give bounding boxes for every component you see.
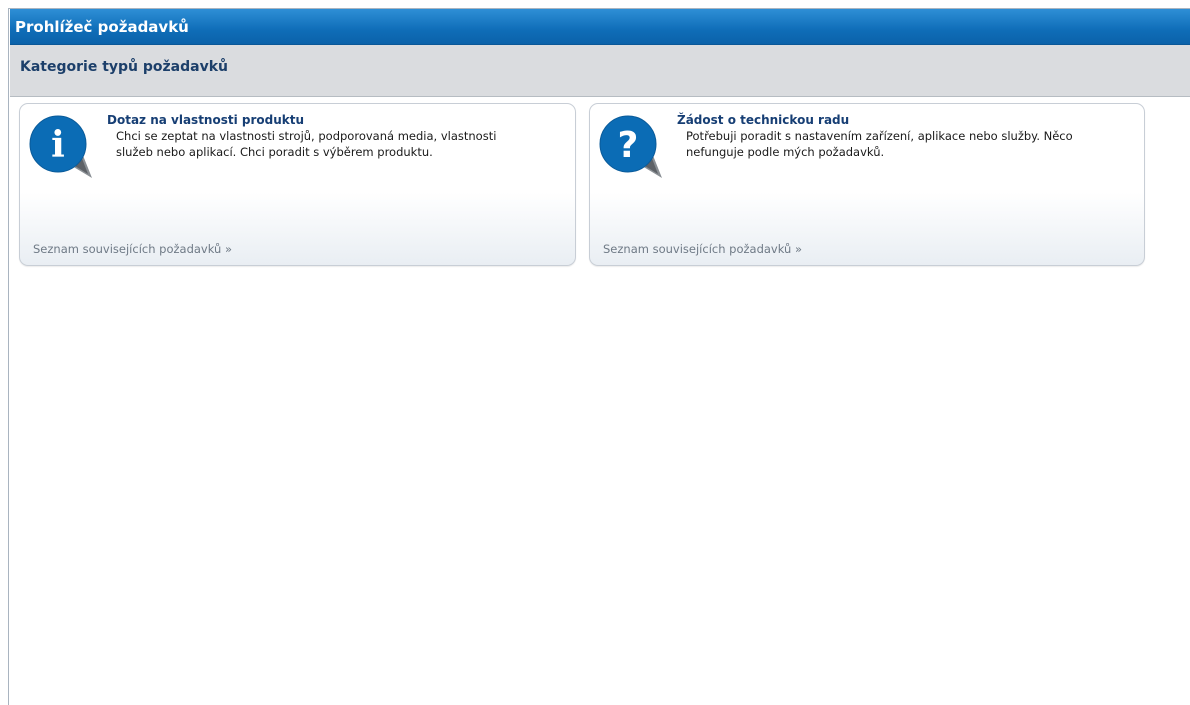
question-icon-glyph: ? [618, 125, 639, 166]
info-icon: i [29, 115, 92, 178]
card-description: Potřebuji poradit s nastavením zařízení,… [686, 129, 1073, 159]
window-title: Prohlížeč požadavků [15, 18, 189, 36]
related-requests-link[interactable]: Seznam souvisejících požadavků » [603, 242, 802, 256]
question-icon: ? [599, 115, 662, 178]
card-description: Chci se zeptat na vlastnosti strojů, pod… [116, 129, 497, 159]
related-requests-link[interactable]: Seznam souvisejících požadavků » [33, 242, 232, 256]
category-card-technical-advice[interactable]: ? Žádost o technickou radu Potřebuji por… [589, 103, 1145, 266]
card-title[interactable]: Dotaz na vlastnosti produktu [107, 113, 304, 127]
card-title[interactable]: Žádost o technickou radu [677, 113, 849, 127]
request-viewer-window: Prohlížeč požadavků Kategorie typů požad… [8, 8, 1190, 705]
section-title: Kategorie typů požadavků [20, 59, 228, 75]
title-bar: Prohlížeč požadavků [10, 9, 1190, 45]
section-header: Kategorie typů požadavků [10, 45, 1190, 97]
category-card-product-info[interactable]: i Dotaz na vlastnosti produktu Chci se z… [19, 103, 576, 266]
info-icon-glyph: i [51, 124, 65, 166]
